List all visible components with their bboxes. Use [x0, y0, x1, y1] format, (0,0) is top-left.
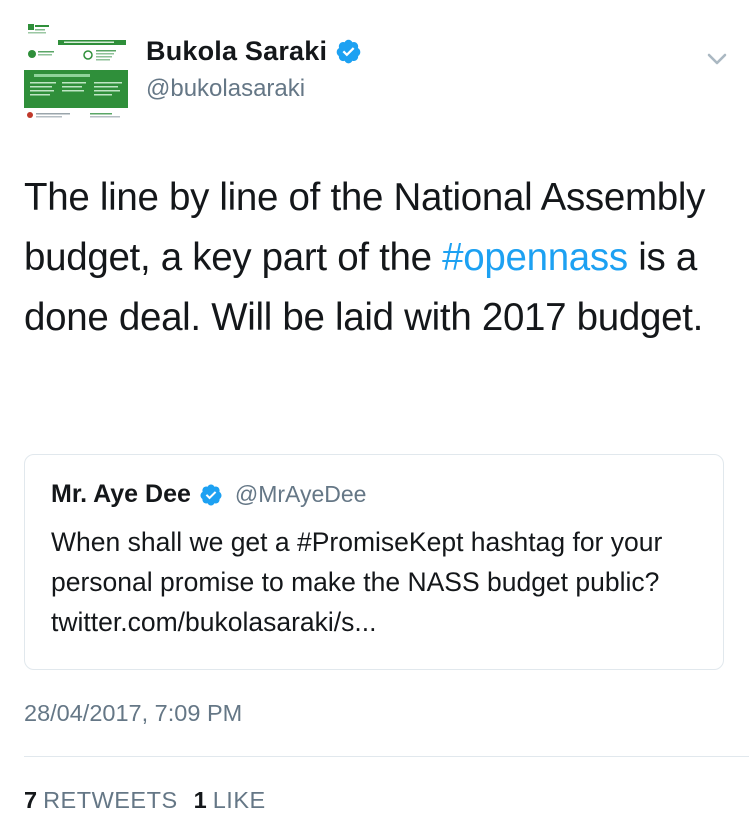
author-name-row: Bukola Saraki: [146, 36, 362, 67]
tweet-text: The line by line of the National Assembl…: [24, 168, 724, 348]
tweet-stats: 7 RETWEETS 1 LIKE: [24, 787, 266, 814]
quoted-tweet-header: Mr. Aye Dee @MrAyeDee: [51, 480, 366, 509]
retweets-count: 7: [24, 787, 38, 813]
quoted-author-name: Mr. Aye Dee: [51, 480, 191, 508]
chevron-down-icon: [707, 53, 727, 65]
author-avatar[interactable]: [24, 22, 128, 126]
retweets-stat[interactable]: 7 RETWEETS: [24, 787, 178, 814]
quoted-author-handle: @MrAyeDee: [234, 481, 367, 507]
avatar-image: [24, 22, 128, 126]
tweet-timestamp[interactable]: 28/04/2017, 7:09 PM: [24, 700, 242, 727]
quoted-tweet-text: When shall we get a #PromiseKept hashtag…: [51, 527, 663, 637]
likes-label: LIKE: [212, 787, 266, 813]
quoted-tweet-card[interactable]: Mr. Aye Dee @MrAyeDee When shall we get …: [24, 454, 724, 670]
divider: [24, 756, 749, 757]
verified-badge-icon: [200, 484, 222, 505]
author-handle[interactable]: @bukolasaraki: [146, 75, 305, 103]
retweets-label: RETWEETS: [43, 787, 178, 813]
author-display-name[interactable]: Bukola Saraki: [146, 36, 327, 67]
tweet-menu-button[interactable]: [700, 42, 734, 76]
likes-count: 1: [193, 787, 207, 813]
likes-stat[interactable]: 1 LIKE: [194, 787, 266, 814]
hashtag-link[interactable]: #opennass: [442, 236, 628, 279]
verified-badge-icon: [336, 39, 361, 64]
